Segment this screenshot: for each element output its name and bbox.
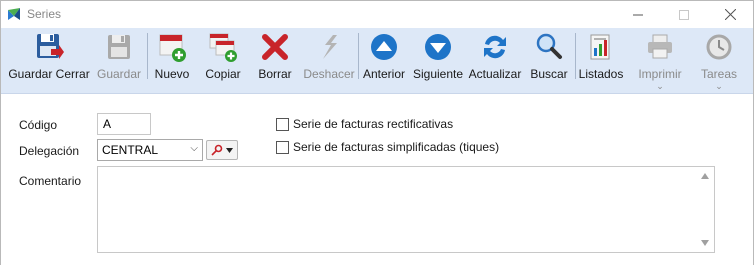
scroll-down-icon[interactable]	[701, 240, 709, 246]
save-close-label: Guardar Cerrar	[8, 67, 90, 81]
lookup-key-icon	[211, 144, 223, 156]
tasks-label: Tareas	[700, 67, 738, 81]
search-label: Buscar	[530, 67, 568, 81]
save-close-icon	[37, 34, 64, 59]
simplificadas-checkbox[interactable]: Serie de facturas simplificadas (tiques)	[276, 140, 499, 154]
reports-button[interactable]: Listados	[577, 28, 625, 94]
comentario-label: Comentario	[19, 174, 82, 188]
chevron-down-icon: ⌄	[656, 81, 664, 91]
save-close-button[interactable]: Guardar Cerrar	[8, 28, 90, 94]
simplificadas-label: Serie de facturas simplificadas (tiques)	[293, 140, 500, 154]
chevron-down-icon: ⌄	[715, 81, 723, 91]
delete-button[interactable]: Borrar	[253, 28, 297, 94]
print-button[interactable]: Imprimir ⌄	[633, 28, 687, 94]
app-logo-icon	[8, 8, 20, 20]
form-area: Código A Delegación CENTRAL ⌵ Serie de f…	[1, 95, 753, 265]
chevron-down-icon: ⌵	[190, 143, 198, 154]
maximize-icon	[679, 9, 689, 20]
scroll-up-icon[interactable]	[701, 173, 709, 179]
new-label: Nuevo	[154, 67, 190, 81]
next-label: Siguiente	[412, 67, 464, 81]
new-button[interactable]: Nuevo	[151, 28, 193, 94]
toolbar-separator	[147, 33, 148, 79]
save-label: Guardar	[96, 67, 142, 81]
previous-label: Anterior	[362, 67, 406, 81]
codigo-label: Código	[19, 118, 58, 132]
tasks-clock-icon	[706, 34, 732, 60]
report-icon	[590, 34, 610, 60]
toolbar-separator	[358, 33, 359, 79]
minimize-button[interactable]	[615, 1, 661, 28]
delegacion-select[interactable]: CENTRAL ⌵	[97, 139, 203, 161]
undo-label: Deshacer	[303, 67, 355, 81]
delete-icon	[262, 34, 288, 60]
search-icon	[536, 33, 562, 59]
delegacion-lookup-button[interactable]	[206, 140, 238, 160]
codigo-field[interactable]: A	[97, 113, 151, 135]
reports-label: Listados	[578, 67, 624, 81]
arrow-down-icon	[425, 34, 451, 60]
new-document-icon	[159, 34, 186, 62]
minimize-icon	[633, 14, 643, 15]
chevron-down-icon	[226, 147, 233, 153]
next-button[interactable]: Siguiente	[411, 28, 465, 94]
close-icon	[724, 9, 736, 20]
copy-icon	[209, 33, 237, 62]
save-icon	[108, 35, 130, 59]
vertical-scrollbar[interactable]	[697, 167, 714, 252]
copy-button[interactable]: Copiar	[201, 28, 245, 94]
copy-label: Copiar	[205, 67, 241, 81]
toolbar-separator	[575, 33, 576, 79]
arrow-up-icon	[371, 34, 397, 60]
checkbox-box[interactable]	[276, 140, 289, 154]
checkbox-box[interactable]	[276, 117, 289, 131]
comentario-textarea[interactable]	[97, 166, 715, 253]
delegacion-value: CENTRAL	[102, 143, 159, 157]
rectificativas-label: Serie de facturas rectificativas	[293, 117, 454, 131]
delegacion-label: Delegación	[19, 144, 80, 158]
title-bar: Series	[1, 1, 753, 28]
delete-label: Borrar	[258, 67, 292, 81]
save-button[interactable]: Guardar	[93, 28, 145, 94]
refresh-button[interactable]: Actualizar	[467, 28, 523, 94]
maximize-button[interactable]	[661, 1, 707, 28]
tasks-button[interactable]: Tareas ⌄	[695, 28, 743, 94]
undo-button[interactable]: Deshacer	[301, 28, 357, 94]
window-title: Series	[27, 7, 62, 21]
close-button[interactable]	[707, 1, 753, 28]
series-window: Series Guardar Cerrar Guardar Nuevo Copi…	[0, 0, 754, 265]
refresh-label: Actualizar	[468, 67, 522, 81]
undo-icon	[323, 35, 337, 59]
search-button[interactable]: Buscar	[527, 28, 571, 94]
toolbar: Guardar Cerrar Guardar Nuevo Copiar Borr…	[1, 28, 753, 94]
rectificativas-checkbox[interactable]: Serie de facturas rectificativas	[276, 117, 453, 131]
refresh-icon	[484, 35, 506, 59]
print-label: Imprimir	[638, 67, 682, 81]
printer-icon	[648, 34, 672, 59]
previous-button[interactable]: Anterior	[361, 28, 407, 94]
